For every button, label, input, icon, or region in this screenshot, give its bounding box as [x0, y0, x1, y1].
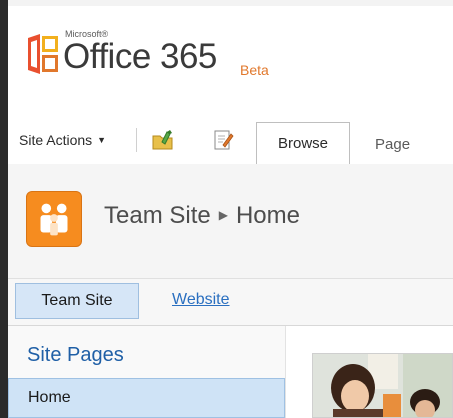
title-area: Team Site ▶ Home: [8, 164, 453, 279]
chevron-down-icon: ▼: [97, 135, 107, 145]
logo-product-name: Office 365: [63, 37, 217, 76]
ribbon: Site Actions ▼ Browse Page: [8, 114, 453, 165]
quick-launch-item-home[interactable]: Home: [8, 378, 285, 418]
page-properties-icon[interactable]: [211, 128, 235, 152]
quick-launch: Site Pages Home: [8, 326, 286, 418]
tab-page[interactable]: Page: [375, 136, 410, 153]
content-photo: [312, 353, 453, 418]
topnav-item-website[interactable]: Website: [172, 291, 230, 309]
breadcrumb: Team Site ▶ Home: [104, 202, 300, 230]
quick-launch-heading[interactable]: Site Pages: [27, 344, 124, 367]
office-logo-icon: [28, 34, 58, 74]
top-navigation: Team Site Website: [8, 279, 453, 326]
people-photo-image: [313, 354, 452, 417]
chevron-right-icon: ▶: [218, 208, 228, 222]
breadcrumb-page: Home: [235, 202, 300, 229]
breadcrumb-site[interactable]: Team Site: [104, 202, 211, 229]
suite-header: Microsoft® Office 365 Beta: [8, 6, 453, 114]
ribbon-divider: [136, 128, 137, 152]
edit-page-icon[interactable]: [151, 128, 175, 152]
topnav-item-team-site[interactable]: Team Site: [15, 283, 139, 319]
team-site-icon: [26, 191, 82, 247]
window-left-edge: [0, 0, 8, 418]
people-icon: [40, 203, 68, 236]
site-actions-menu[interactable]: Site Actions ▼: [19, 132, 106, 148]
logo-beta-label: Beta: [240, 62, 269, 78]
site-actions-label: Site Actions: [19, 132, 93, 148]
tab-browse[interactable]: Browse: [256, 122, 350, 164]
